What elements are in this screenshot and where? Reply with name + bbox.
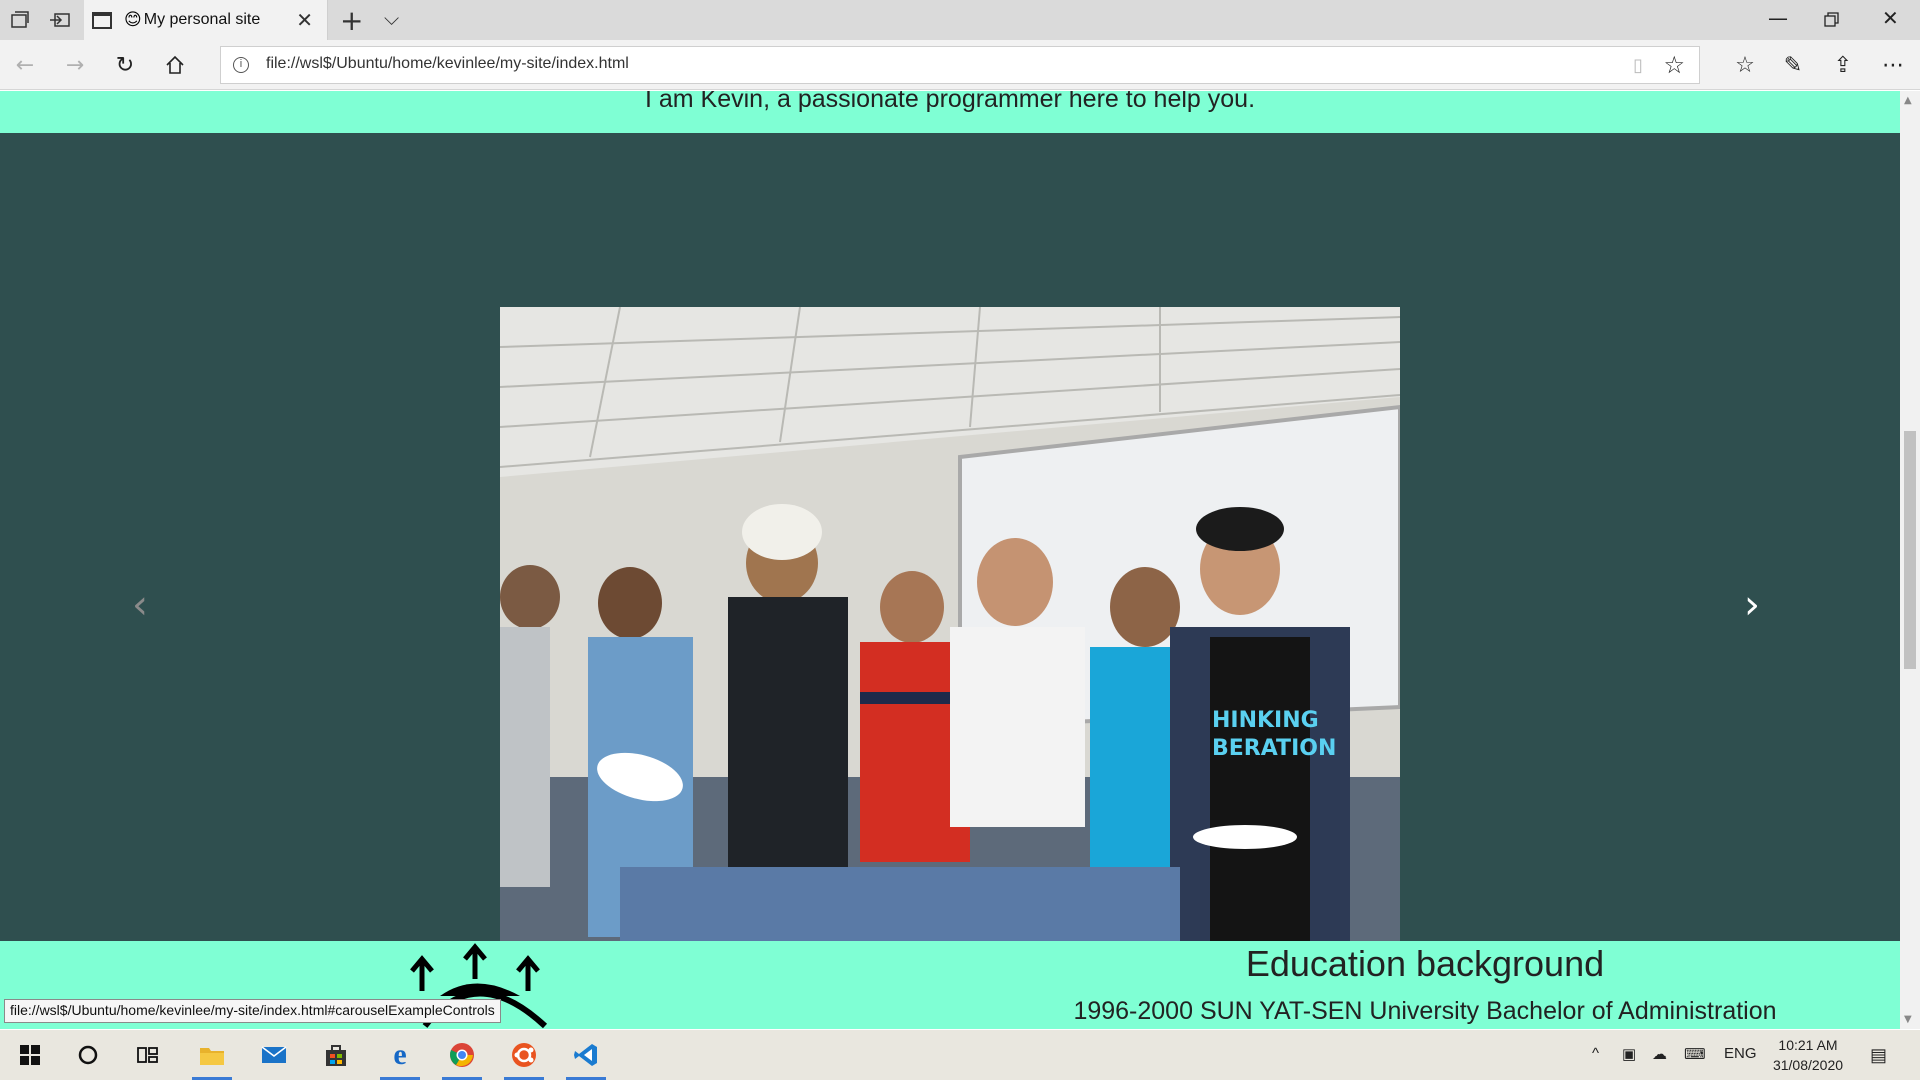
reading-view-icon[interactable]: ▯ xyxy=(1633,55,1643,76)
windows-start-icon[interactable] xyxy=(6,1030,54,1080)
tab-my-personal-site[interactable]: 😊 My personal site ✕ xyxy=(84,0,328,40)
intro-text: I am Kevin, a passionate programmer here… xyxy=(644,91,1256,113)
taskbar: e ^ ▣ ☁ ⌨ ENG 10:21 AM 31/08/2020 ▤ xyxy=(0,1030,1920,1080)
status-link-tooltip: file://wsl$/Ubuntu/home/kevinlee/my-site… xyxy=(4,999,501,1023)
url-text[interactable]: file://wsl$/Ubuntu/home/kevinlee/my-site… xyxy=(266,55,629,73)
clock[interactable]: 10:21 AM 31/08/2020 xyxy=(1760,1035,1856,1075)
mail-icon[interactable] xyxy=(250,1030,298,1080)
title-bar: 😊 My personal site ✕ + ⌵ — ✕ xyxy=(0,0,1920,40)
set-aside-tabs-icon[interactable] xyxy=(48,8,72,32)
window-close-icon[interactable]: ✕ xyxy=(1882,6,1899,30)
tab-title: My personal site xyxy=(143,11,261,28)
carousel: HINKING BERATION ‹ › xyxy=(0,133,1900,983)
info-icon[interactable]: i xyxy=(233,57,249,73)
tab-manager-icon[interactable] xyxy=(8,8,32,32)
network-icon[interactable]: ▣ xyxy=(1622,1045,1636,1063)
restore-icon[interactable] xyxy=(1824,6,1840,33)
show-hidden-icons-icon[interactable]: ^ xyxy=(1592,1045,1599,1062)
keyboard-icon[interactable]: ⌨ xyxy=(1684,1045,1706,1063)
favicon: 😊 xyxy=(124,10,142,30)
pen-icon[interactable]: ✎ xyxy=(1778,50,1808,80)
cortana-icon[interactable] xyxy=(64,1030,112,1080)
scroll-down-icon[interactable]: ▼ xyxy=(1904,1014,1912,1025)
favorites-icon[interactable]: ☆ xyxy=(1730,50,1760,80)
carousel-photo: HINKING BERATION xyxy=(500,307,1400,983)
address-bar[interactable]: i file://wsl$/Ubuntu/home/kevinlee/my-si… xyxy=(220,46,1700,84)
clock-time: 10:21 AM xyxy=(1778,1037,1838,1053)
ubuntu-icon[interactable] xyxy=(500,1030,548,1080)
store-icon[interactable] xyxy=(312,1030,360,1080)
chrome-icon[interactable] xyxy=(438,1030,486,1080)
share-icon[interactable]: ⇪ xyxy=(1828,50,1858,80)
minimize-icon[interactable]: — xyxy=(1768,6,1788,30)
education-title: Education background xyxy=(1245,943,1605,984)
file-explorer-icon[interactable] xyxy=(188,1030,236,1080)
home-icon[interactable] xyxy=(160,50,190,80)
intro-section: I am Kevin, a passionate programmer here… xyxy=(0,91,1900,133)
back-icon[interactable]: ← xyxy=(10,50,40,80)
scroll-up-icon[interactable]: ▲ xyxy=(1904,95,1912,106)
chevron-right-icon[interactable]: › xyxy=(1744,585,1760,625)
clock-date: 31/08/2020 xyxy=(1772,1057,1844,1073)
refresh-icon[interactable]: ↻ xyxy=(110,50,140,80)
onedrive-icon[interactable]: ☁ xyxy=(1652,1045,1667,1063)
favorite-star-icon[interactable]: ☆ xyxy=(1663,51,1685,79)
language-indicator[interactable]: ENG xyxy=(1724,1045,1757,1062)
new-tab-icon[interactable]: + xyxy=(340,4,363,37)
chevron-left-icon[interactable]: ‹ xyxy=(132,585,148,625)
forward-icon[interactable]: → xyxy=(60,50,90,80)
svg-text:HINKING: HINKING xyxy=(1212,708,1319,733)
more-icon[interactable]: ⋯ xyxy=(1878,50,1908,80)
edge-icon[interactable]: e xyxy=(376,1030,424,1080)
close-icon[interactable]: ✕ xyxy=(296,8,313,32)
tab-menu-icon[interactable]: ⌵ xyxy=(384,6,399,30)
page-scrollbar[interactable]: ▲ ▼ xyxy=(1900,91,1920,1029)
vscode-icon[interactable] xyxy=(562,1030,610,1080)
notifications-icon[interactable]: ▤ xyxy=(1870,1045,1887,1066)
education-entry: 1996-2000 SUN YAT-SEN University Bachelo… xyxy=(1073,997,1777,1025)
scrollbar-thumb[interactable] xyxy=(1904,431,1916,669)
svg-text:BERATION: BERATION xyxy=(1212,736,1336,761)
tab-page-icon xyxy=(92,11,112,29)
page-viewport: I am Kevin, a passionate programmer here… xyxy=(0,91,1900,1029)
navigation-bar: ← → ↻ i file://wsl$/Ubuntu/home/kevinlee… xyxy=(0,40,1920,90)
task-view-icon[interactable] xyxy=(124,1030,172,1080)
